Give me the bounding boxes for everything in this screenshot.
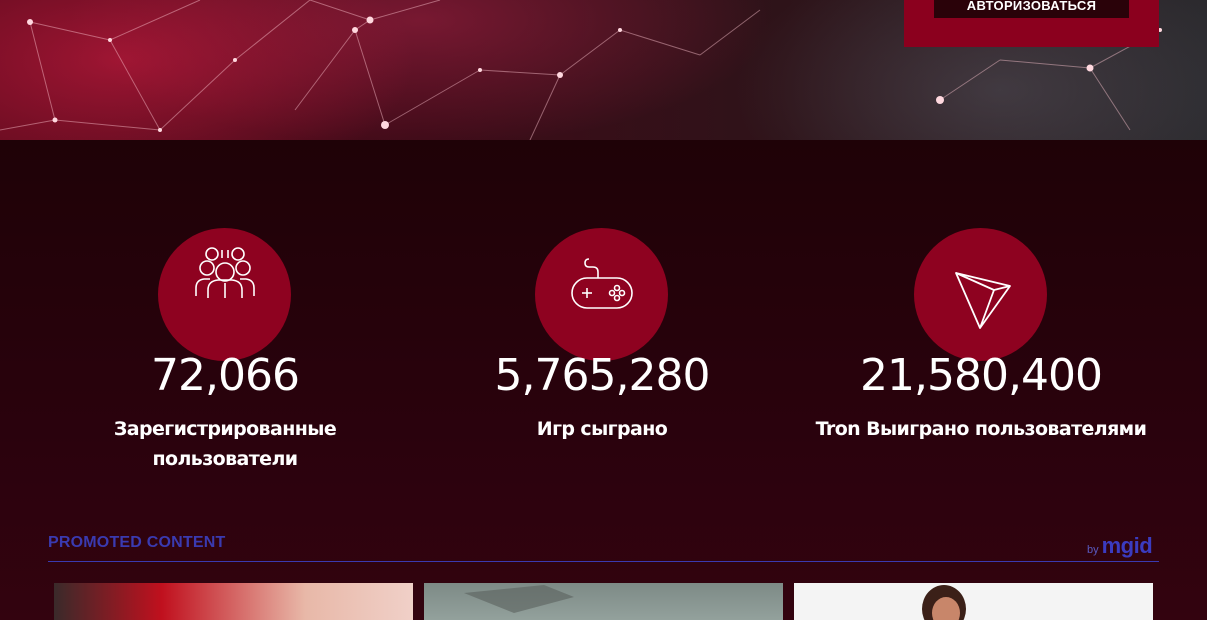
gamepad-icon (535, 228, 668, 361)
promo-card-3-image (922, 585, 966, 620)
promo-card-3[interactable] (794, 583, 1153, 620)
stat-label: Зарегистрированные пользователи (113, 418, 337, 470)
stat-value: 5,765,280 (494, 350, 711, 401)
mgid-brand: mgid (1101, 533, 1153, 558)
by-label: by (1087, 544, 1099, 556)
tron-logo-icon (914, 228, 1047, 361)
promo-card-2-image (464, 585, 574, 613)
promo-card-2[interactable] (424, 583, 783, 620)
users-group-icon (158, 228, 291, 361)
stat-label: Игр сыграно (536, 418, 668, 440)
stat-value: 21,580,400 (860, 350, 1103, 401)
mgid-logo[interactable]: by mgid (1087, 533, 1153, 559)
promoted-content-title: PROMOTED CONTENT (48, 534, 226, 551)
stat-value: 72,066 (151, 350, 300, 401)
promo-card-1[interactable] (54, 583, 413, 620)
promo-divider (48, 561, 1159, 562)
hero-banner: АВТОРИЗОВАТЬСЯ (0, 0, 1207, 140)
login-button[interactable]: АВТОРИЗОВАТЬСЯ (934, 0, 1129, 18)
login-panel: АВТОРИЗОВАТЬСЯ (904, 0, 1159, 47)
stat-label: Tron Выиграно пользователями (815, 418, 1147, 440)
